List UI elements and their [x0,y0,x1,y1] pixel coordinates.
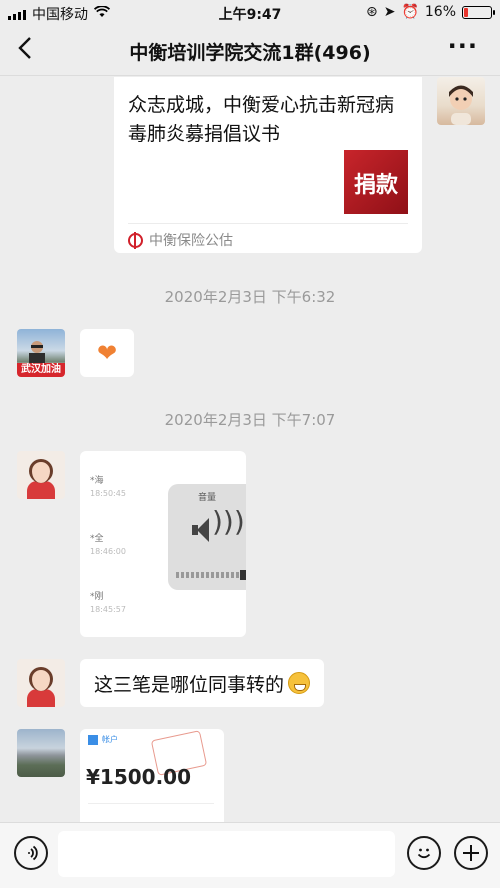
battery-percent: 16% [424,4,456,20]
volume-bar [176,570,246,580]
location-icon: ➤ [383,4,396,20]
article-title: 众志成城，中衡爱心抗击新冠病毒肺炎募捐倡议书 [128,94,395,145]
transfer-time: 18:50:45 [90,489,126,498]
grin-emoji-icon [288,672,311,694]
avatar-sender[interactable]: 武汉加油 [17,329,65,377]
chat-header: 中衡培训学院交流1群(496) ··· [0,26,500,76]
timestamp: 2020年2月3日 下午6:32 [164,288,336,306]
avatar-banner: 武汉加油 [17,363,65,377]
sound-waves-icon: ))) [212,505,245,538]
chat-title: 中衡培训学院交流1群(496) [129,42,371,64]
lock-rotation-icon: ⊛ [365,4,378,20]
divider [88,803,214,804]
avatar-sender[interactable] [17,729,65,777]
article-thumbnail: 捐款 [344,150,408,214]
transfer-time: 18:45:57 [90,605,126,614]
text-message[interactable]: 这三笔是哪位同事转的 [80,659,325,707]
volume-overlay: 音量 ))) [168,484,246,590]
avatar-self[interactable] [437,77,485,125]
transfer-name: *海 [90,476,104,486]
receipt-image-message[interactable]: 帐户 ¥1500.00 [80,729,224,822]
input-bar [0,822,500,888]
emoji-icon[interactable] [407,836,441,870]
battery-icon [462,5,495,19]
article-source: 中衡保险公估 [128,230,233,250]
thumbnail-text: 捐款 [354,173,399,198]
receipt-brand: 帐户 [102,735,118,744]
publisher-logo-icon [128,231,143,249]
voice-icon[interactable] [14,836,48,870]
ellipsis-icon[interactable]: ··· [448,32,478,60]
timestamp: 2020年2月3日 下午7:07 [164,411,336,429]
avatar-sender[interactable] [17,451,65,499]
speaker-icon [192,518,209,542]
transfer-time: 18:46:00 [90,547,126,556]
message-text: 这三笔是哪位同事转的 [94,673,285,696]
message-list[interactable]: 众志成城，中衡爱心抗击新冠病毒肺炎募捐倡议书 捐款 中衡保险公估 2020年2月… [0,77,500,822]
source-name: 中衡保险公估 [149,233,233,249]
transfer-name: *刚 [90,592,104,602]
article-card[interactable]: 众志成城，中衡爱心抗击新冠病毒肺炎募捐倡议书 捐款 中衡保险公估 [114,77,422,253]
bank-logo-icon [88,735,98,745]
status-bar: 中国移动 上午9:47 ⊛ ➤ ⏰ 16% [0,0,500,26]
screenshot-image-message[interactable]: *海 18:50:45 *全 18:46:00 *刚 18:45:57 音量 )… [80,451,246,637]
heart-message[interactable]: ❤ [80,329,134,377]
avatar-sender[interactable] [17,659,65,707]
plus-icon[interactable] [454,836,488,870]
volume-label: 音量 [198,493,217,503]
message-input[interactable] [58,831,395,877]
alarm-icon: ⏰ [401,4,419,20]
heart-emoji: ❤ [96,339,118,367]
receipt-amount: ¥1500.00 [86,765,192,789]
transfer-name: *全 [90,534,104,544]
divider [128,223,408,224]
